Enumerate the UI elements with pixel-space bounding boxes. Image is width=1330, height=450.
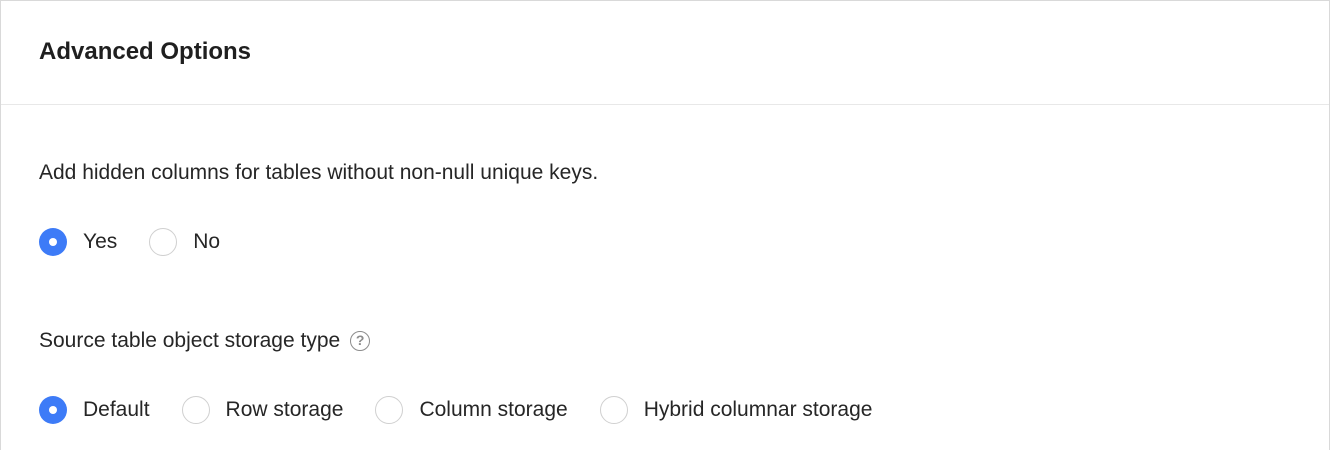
radio-no-unchecked-icon[interactable] [149,228,178,256]
storage-type-radio-group: Default Row storage Column storage Hybri… [39,396,904,424]
radio-option-row-storage[interactable]: Row storage [181,396,344,424]
radio-label-row-storage: Row storage [225,398,344,421]
hidden-columns-label-text: Add hidden columns for tables without no… [39,161,599,184]
radio-hybrid-columnar-storage-unchecked-icon[interactable] [599,396,628,424]
radio-label-yes: Yes [83,230,118,253]
radio-option-no[interactable]: No [149,228,220,256]
radio-label-hybrid-columnar-storage: Hybrid columnar storage [643,398,873,421]
advanced-options-panel: Advanced Options Add hidden columns for … [0,0,1330,450]
radio-option-column-storage[interactable]: Column storage [375,396,568,424]
hidden-columns-radio-group: Yes No [39,228,252,256]
radio-option-yes[interactable]: Yes [39,228,117,256]
storage-type-label-text: Source table object storage type [39,329,341,352]
radio-label-column-storage: Column storage [419,398,568,421]
radio-option-default[interactable]: Default [39,396,150,424]
hidden-columns-label: Add hidden columns for tables without no… [39,161,598,185]
radio-label-no: No [193,230,221,253]
radio-label-default: Default [83,398,150,421]
radio-yes-checked-icon[interactable] [39,228,67,256]
panel-title: Advanced Options [39,37,252,65]
panel-header: Advanced Options [1,1,1329,105]
radio-option-hybrid-columnar-storage[interactable]: Hybrid columnar storage [599,396,873,424]
storage-type-label: Source table object storage type ? [39,329,371,353]
help-question-icon[interactable]: ? [350,331,371,351]
radio-default-checked-icon[interactable] [39,396,67,424]
radio-column-storage-unchecked-icon[interactable] [375,396,404,424]
radio-row-storage-unchecked-icon[interactable] [181,396,210,424]
